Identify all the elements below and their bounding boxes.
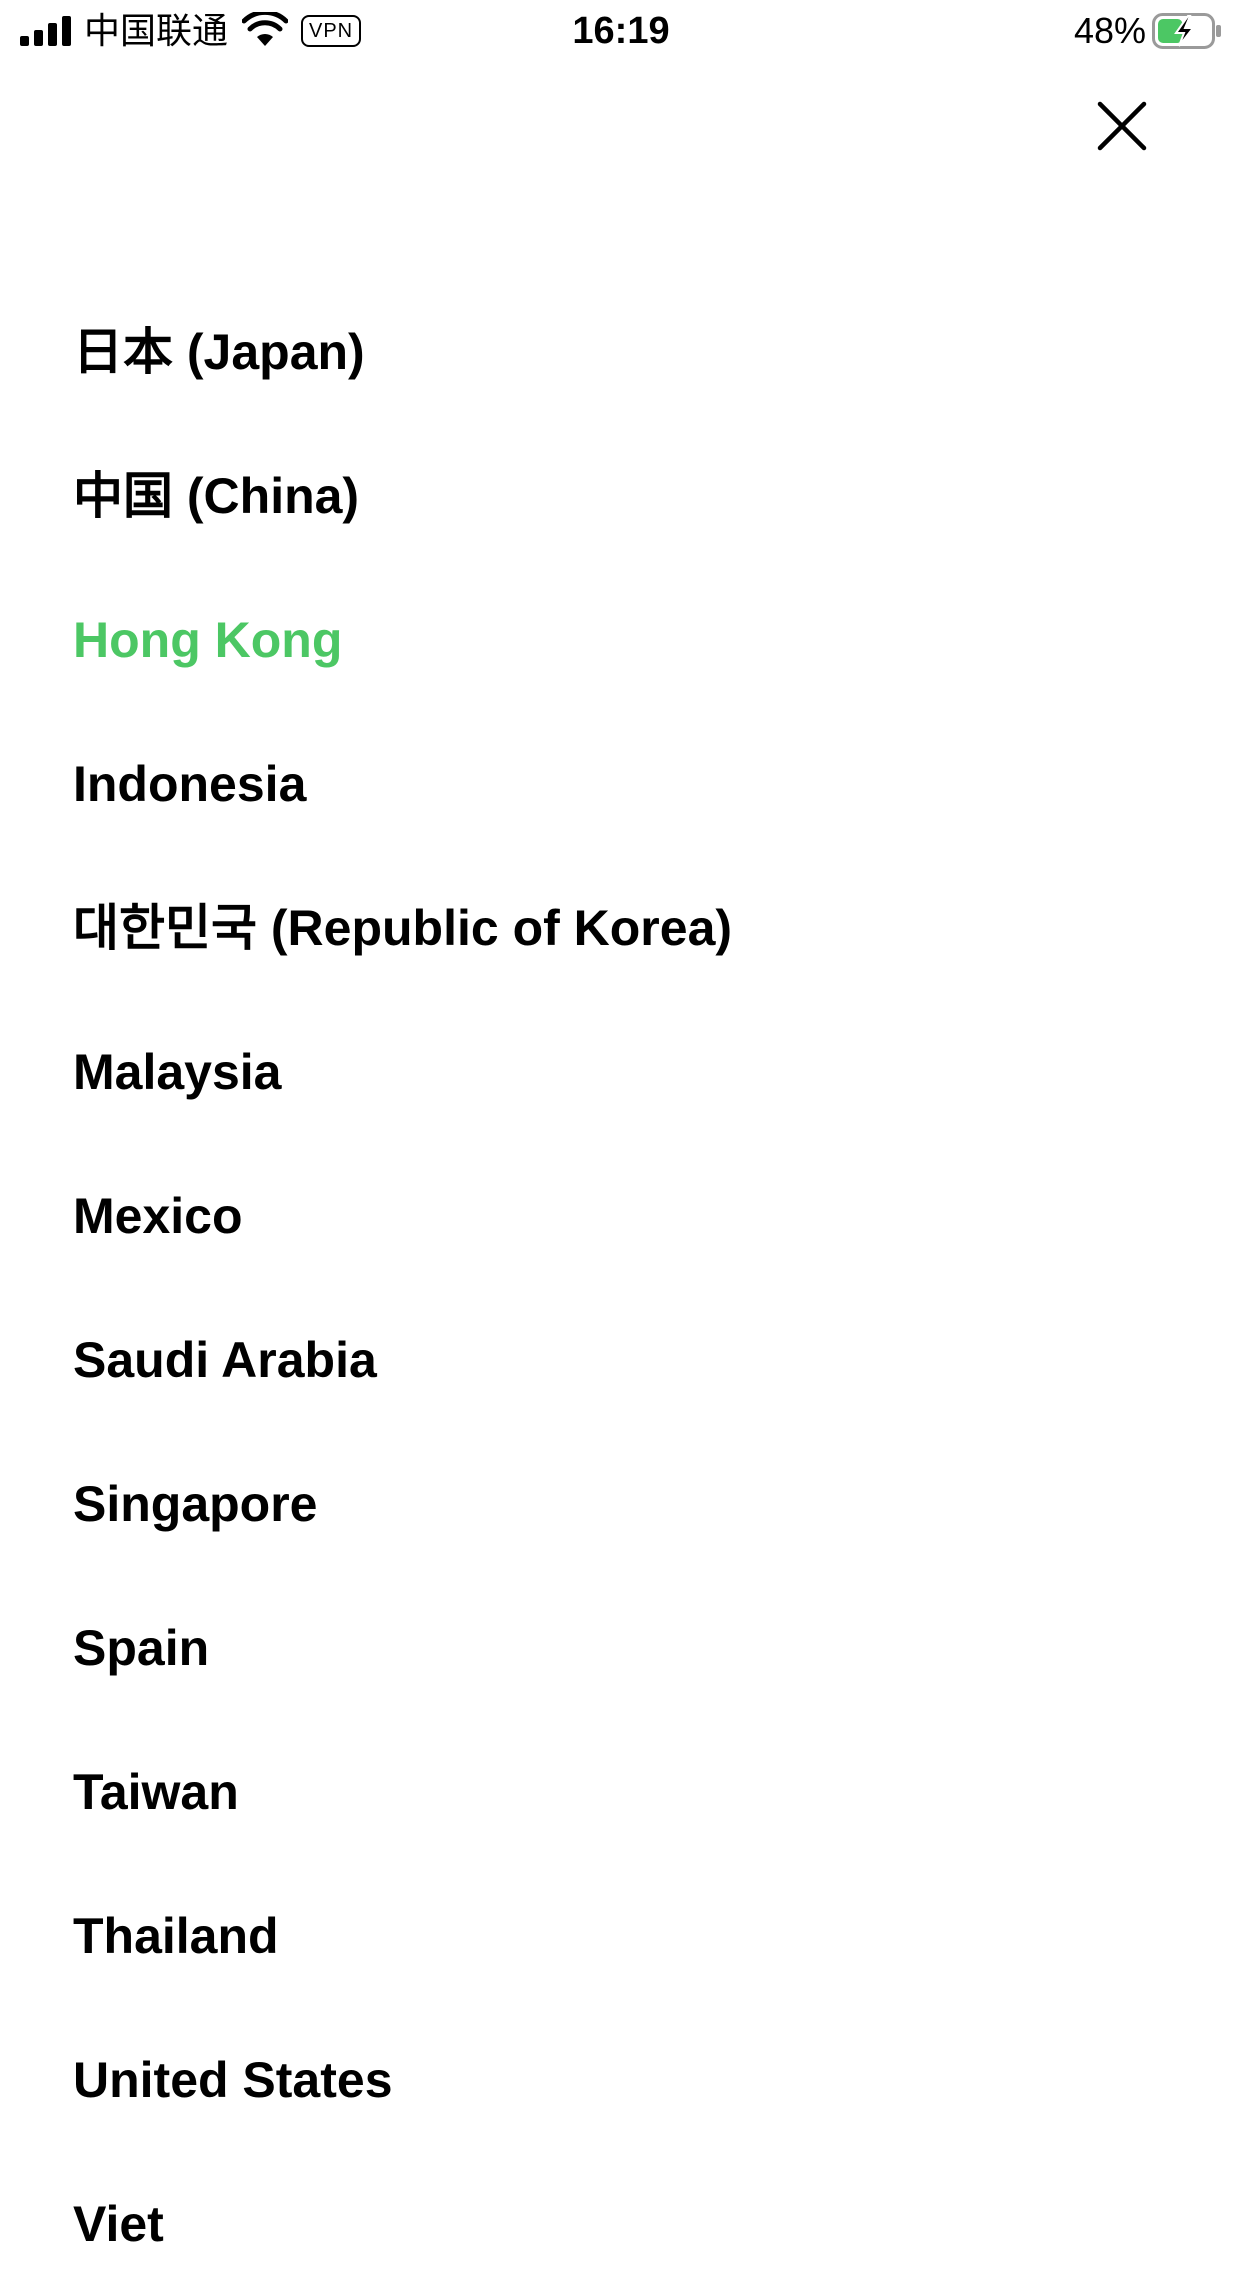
wifi-icon: [242, 12, 288, 46]
region-list: 日本 (Japan) 中国 (China) Hong Kong Indonesi…: [0, 280, 1242, 2296]
region-item-taiwan[interactable]: Taiwan: [0, 1720, 1242, 1864]
close-icon: [1097, 101, 1147, 151]
close-button[interactable]: [1092, 96, 1152, 156]
status-time: 16:19: [572, 10, 670, 52]
region-item-china[interactable]: 中国 (China): [0, 424, 1242, 568]
region-item-saudi-arabia[interactable]: Saudi Arabia: [0, 1288, 1242, 1432]
battery-percent: 48%: [1073, 10, 1146, 51]
battery-icon: [1152, 13, 1221, 49]
region-item-indonesia[interactable]: Indonesia: [0, 712, 1242, 856]
region-item-japan[interactable]: 日本 (Japan): [0, 280, 1242, 424]
region-item-mexico[interactable]: Mexico: [0, 1144, 1242, 1288]
carrier-name: 中国联通: [84, 10, 229, 51]
region-item-singapore[interactable]: Singapore: [0, 1432, 1242, 1576]
region-item-hong-kong[interactable]: Hong Kong: [0, 568, 1242, 712]
region-item-spain[interactable]: Spain: [0, 1576, 1242, 1720]
region-item-korea[interactable]: 대한민국 (Republic of Korea): [0, 856, 1242, 1000]
signal-icon: [20, 16, 71, 46]
vpn-badge: VPN: [301, 15, 362, 47]
region-item-vietnam[interactable]: Viet: [0, 2152, 1242, 2296]
region-item-united-states[interactable]: United States: [0, 2008, 1242, 2152]
status-bar: 中国联通 VPN 16:19 48%: [0, 0, 1242, 62]
region-item-thailand[interactable]: Thailand: [0, 1864, 1242, 2008]
region-item-malaysia[interactable]: Malaysia: [0, 1000, 1242, 1144]
